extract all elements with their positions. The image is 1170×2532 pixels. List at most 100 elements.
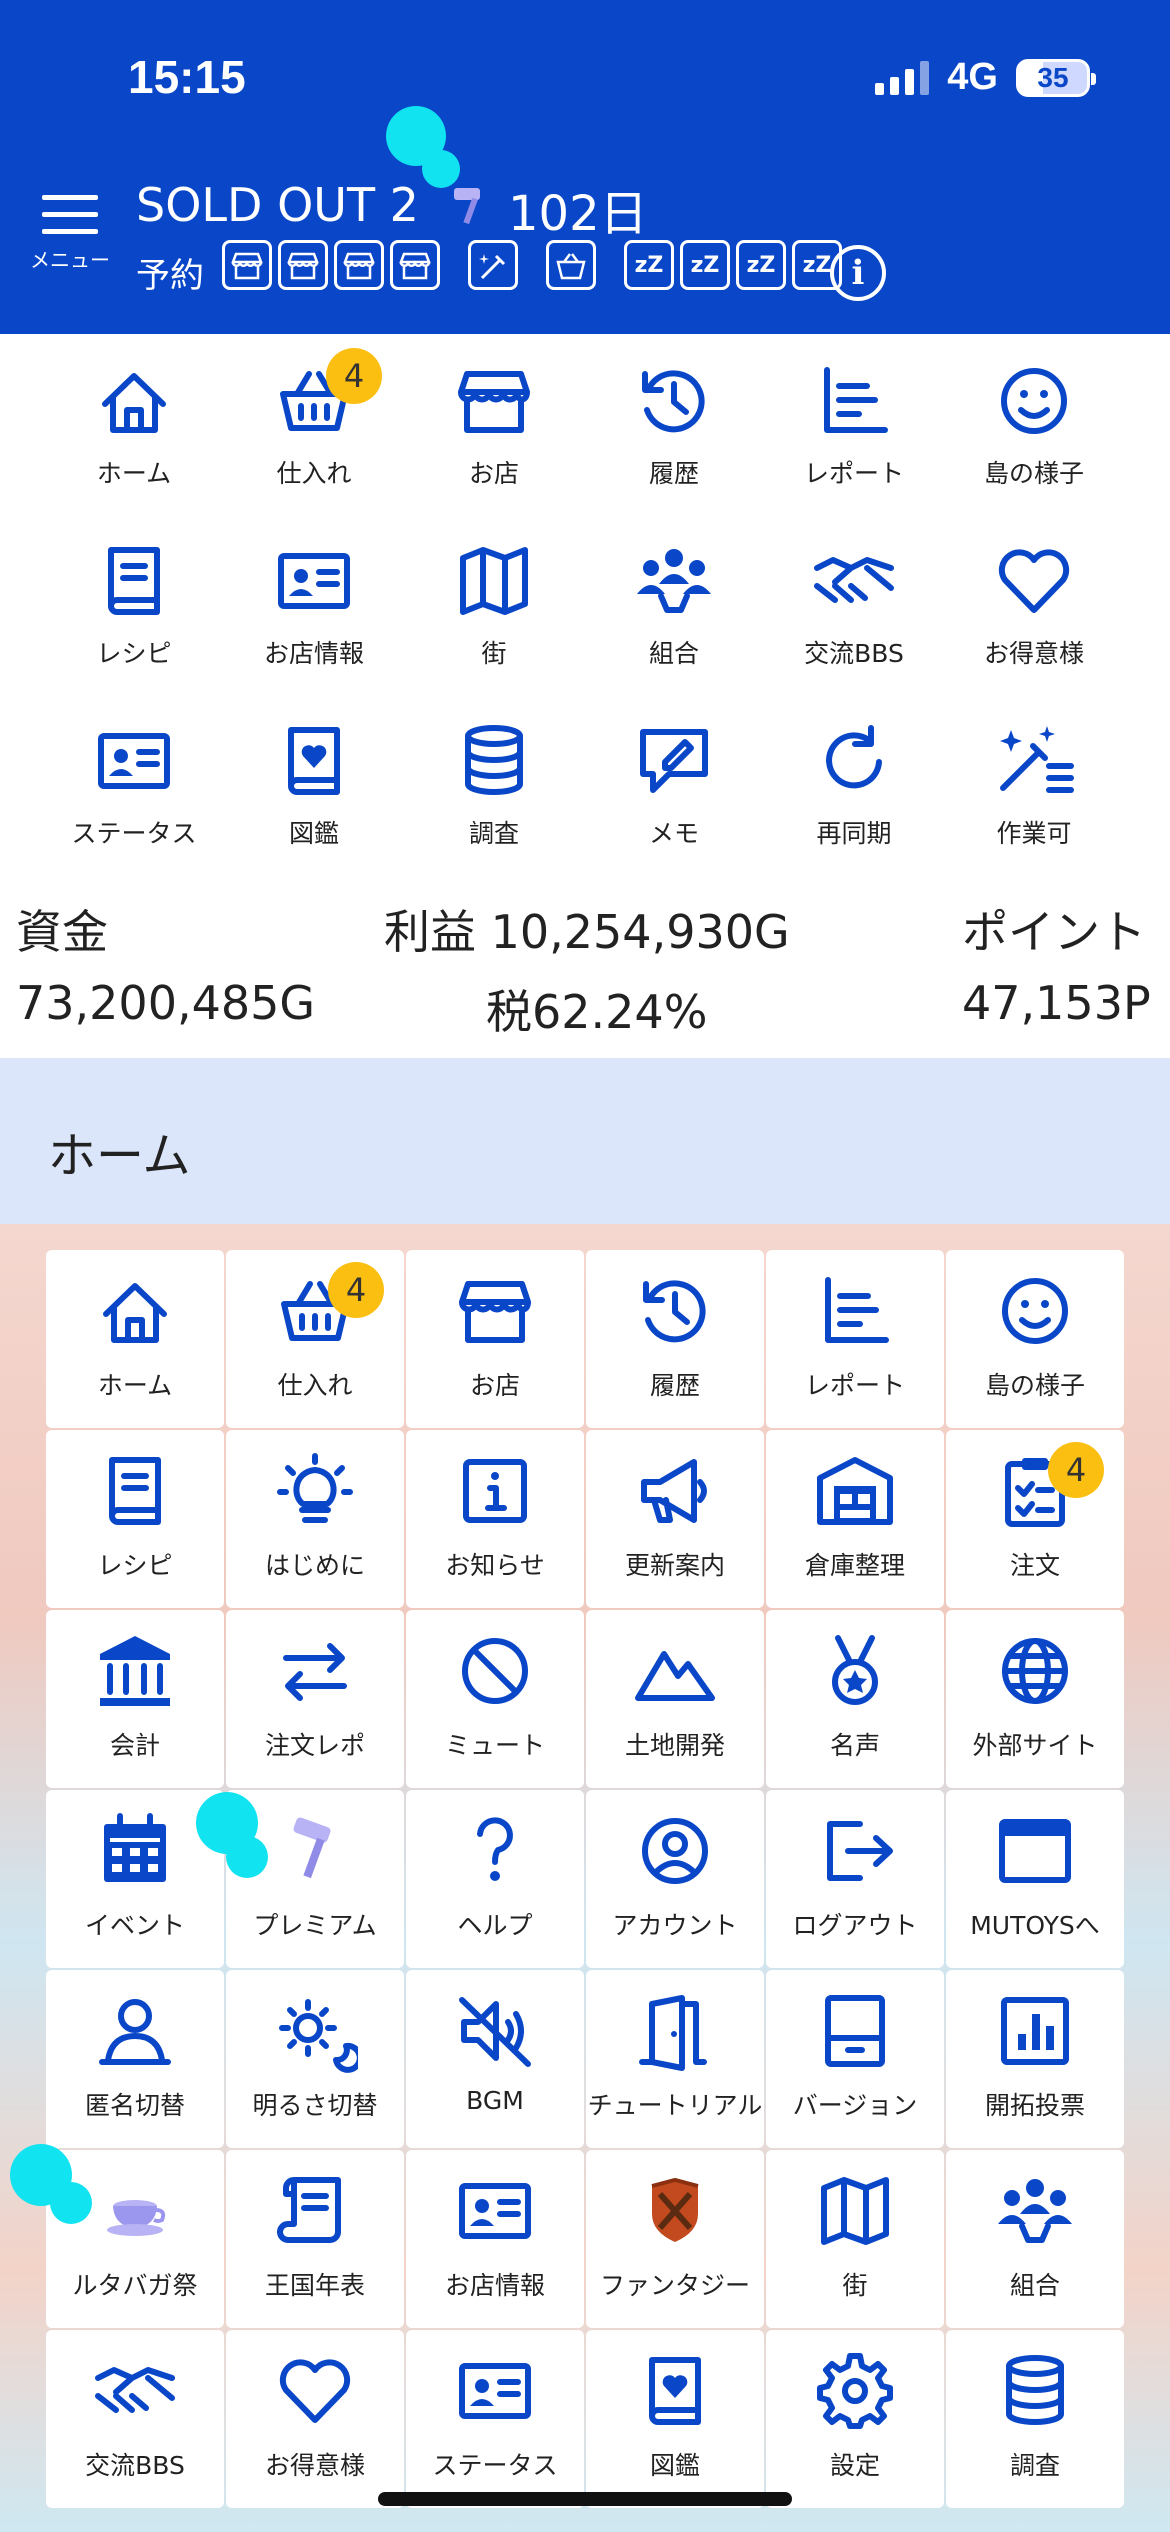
home-menu-item[interactable]: 仕入れ 4 xyxy=(226,1250,404,1428)
quick-menu-item[interactable]: お得意様 xyxy=(944,538,1124,718)
book-icon xyxy=(108,547,160,615)
quick-menu-item[interactable]: 交流BBS xyxy=(764,538,944,718)
book-icon xyxy=(109,1457,161,1525)
home-menu-item[interactable]: バージョン xyxy=(766,1970,944,2148)
shop-icon xyxy=(231,252,263,280)
shop-icon xyxy=(287,252,319,280)
home-menu-label: ヘルプ xyxy=(457,1911,533,1940)
info-button[interactable]: i xyxy=(830,245,886,301)
quick-menu-item[interactable]: メモ xyxy=(584,718,764,898)
home-menu-item[interactable]: 設定 xyxy=(766,2330,944,2508)
quick-menu-item[interactable]: ホーム xyxy=(44,358,224,538)
home-menu-item[interactable]: お店情報 xyxy=(406,2150,584,2328)
home-menu-item[interactable]: お得意様 xyxy=(226,2330,404,2508)
home-menu-item[interactable]: BGM xyxy=(406,1970,584,2148)
signal-icon xyxy=(875,60,930,95)
reserve-slot-sleep-icon[interactable]: zZ xyxy=(624,240,674,290)
day-counter: 102日 xyxy=(508,186,648,242)
reserve-slot-shop-icon[interactable] xyxy=(390,240,440,290)
quick-menu-item[interactable]: レポート xyxy=(764,358,944,538)
reserve-slot-basket-icon[interactable] xyxy=(546,240,596,290)
home-menu-item[interactable]: はじめに xyxy=(226,1430,404,1608)
quick-menu-item[interactable]: 島の様子 xyxy=(944,358,1124,538)
quick-menu-item[interactable]: 再同期 xyxy=(764,718,944,898)
home-menu-item[interactable]: 土地開発 xyxy=(586,1610,764,1788)
quick-menu-item[interactable]: 街 xyxy=(404,538,584,718)
home-menu-item[interactable]: 匿名切替 xyxy=(46,1970,224,2148)
points-value: 47,153P xyxy=(962,976,1151,1030)
home-menu-item[interactable]: アカウント xyxy=(586,1790,764,1968)
home-menu-item[interactable]: レシピ xyxy=(46,1430,224,1608)
home-menu-item[interactable]: 会計 xyxy=(46,1610,224,1788)
home-menu-label: 交流BBS xyxy=(85,2451,185,2480)
reserve-slot-shop-icon[interactable] xyxy=(334,240,384,290)
home-menu-item[interactable]: ホーム xyxy=(46,1250,224,1428)
home-menu-item[interactable]: ステータス xyxy=(406,2330,584,2508)
home-menu-item[interactable]: 倉庫整理 xyxy=(766,1430,944,1608)
home-menu-item[interactable]: 注文 4 xyxy=(946,1430,1124,1608)
report-icon xyxy=(824,367,888,433)
menu-button[interactable]: メニュー xyxy=(30,195,110,273)
reserve-slot-sleep-icon[interactable]: zZ xyxy=(736,240,786,290)
shop-icon xyxy=(399,252,431,280)
quick-menu-item[interactable]: ステータス xyxy=(44,718,224,898)
quick-menu-item[interactable]: 履歴 xyxy=(584,358,764,538)
reserve-slot-wand-icon[interactable] xyxy=(468,240,518,290)
home-menu-item[interactable]: 履歴 xyxy=(586,1250,764,1428)
reserve-slot-sleep-icon[interactable]: zZ xyxy=(680,240,730,290)
quick-menu-item[interactable]: 図鑑 xyxy=(224,718,404,898)
home-menu-item[interactable]: 名声 xyxy=(766,1610,944,1788)
home-menu-item[interactable]: ミュート xyxy=(406,1610,584,1788)
home-menu-item[interactable]: 調査 xyxy=(946,2330,1124,2508)
home-menu-item[interactable]: 島の様子 xyxy=(946,1250,1124,1428)
home-menu-item[interactable]: レポート xyxy=(766,1250,944,1428)
home-menu-item[interactable]: 図鑑 xyxy=(586,2330,764,2508)
quick-menu-item[interactable]: お店 xyxy=(404,358,584,538)
smile-icon xyxy=(1002,1278,1068,1344)
home-menu-item[interactable]: お店 xyxy=(406,1250,584,1428)
quick-menu-label: レポート xyxy=(803,459,904,488)
home-indicator xyxy=(378,2492,792,2506)
home-menu-item[interactable]: 交流BBS xyxy=(46,2330,224,2508)
home-menu-label: 土地開発 xyxy=(624,1731,725,1760)
home-menu-item[interactable]: 明るさ切替 xyxy=(226,1970,404,2148)
home-menu-label: 会計 xyxy=(109,1731,160,1760)
home-menu-item[interactable]: チュートリアル xyxy=(586,1970,764,2148)
heart-icon xyxy=(279,2359,351,2423)
home-menu-item[interactable]: 王国年表 xyxy=(226,2150,404,2328)
home-menu-item[interactable]: 注文レポ xyxy=(226,1610,404,1788)
game-title: SOLD OUT 2 xyxy=(136,178,419,232)
quick-menu-item[interactable]: 調査 xyxy=(404,718,584,898)
home-menu-item[interactable]: ルタバガ祭 xyxy=(46,2150,224,2328)
map-icon xyxy=(821,2177,889,2245)
quick-menu-label: お得意様 xyxy=(983,639,1084,668)
home-menu-item[interactable]: 外部サイト xyxy=(946,1610,1124,1788)
home-menu-item[interactable]: お知らせ xyxy=(406,1430,584,1608)
touch-indicator xyxy=(50,2182,92,2224)
home-menu-label: 注文レポ xyxy=(264,1731,365,1760)
home-menu-item[interactable]: 街 xyxy=(766,2150,944,2328)
home-menu-item[interactable]: 更新案内 xyxy=(586,1430,764,1608)
id-card-icon xyxy=(459,2363,531,2419)
quick-menu-label: 履歴 xyxy=(648,459,699,488)
funds-label: 資金 xyxy=(16,905,108,959)
home-menu-item[interactable]: MUTOYSへ xyxy=(946,1790,1124,1968)
gear-icon xyxy=(817,2353,893,2429)
quick-menu-item[interactable]: レシピ xyxy=(44,538,224,718)
home-icon xyxy=(102,373,166,433)
quick-menu-item[interactable]: 仕入れ 4 xyxy=(224,348,404,538)
home-menu-item[interactable]: 組合 xyxy=(946,2150,1124,2328)
home-menu-label: ルタバガ祭 xyxy=(72,2271,198,2300)
home-menu-item[interactable]: 開拓投票 xyxy=(946,1970,1124,2148)
reserve-slot-shop-icon[interactable] xyxy=(222,240,272,290)
megaphone-icon xyxy=(641,1459,707,1523)
home-menu-label: チュートリアル xyxy=(587,2091,763,2120)
reserve-slot-shop-icon[interactable] xyxy=(278,240,328,290)
quick-menu-item[interactable]: お店情報 xyxy=(224,538,404,718)
home-menu-item[interactable]: ヘルプ xyxy=(406,1790,584,1968)
quick-menu-item[interactable]: 作業可 xyxy=(944,718,1124,898)
home-menu-item[interactable]: ファンタジー xyxy=(586,2150,764,2328)
home-menu-label: イベント xyxy=(84,1911,185,1940)
home-menu-item[interactable]: ログアウト xyxy=(766,1790,944,1968)
quick-menu-item[interactable]: 組合 xyxy=(584,538,764,718)
